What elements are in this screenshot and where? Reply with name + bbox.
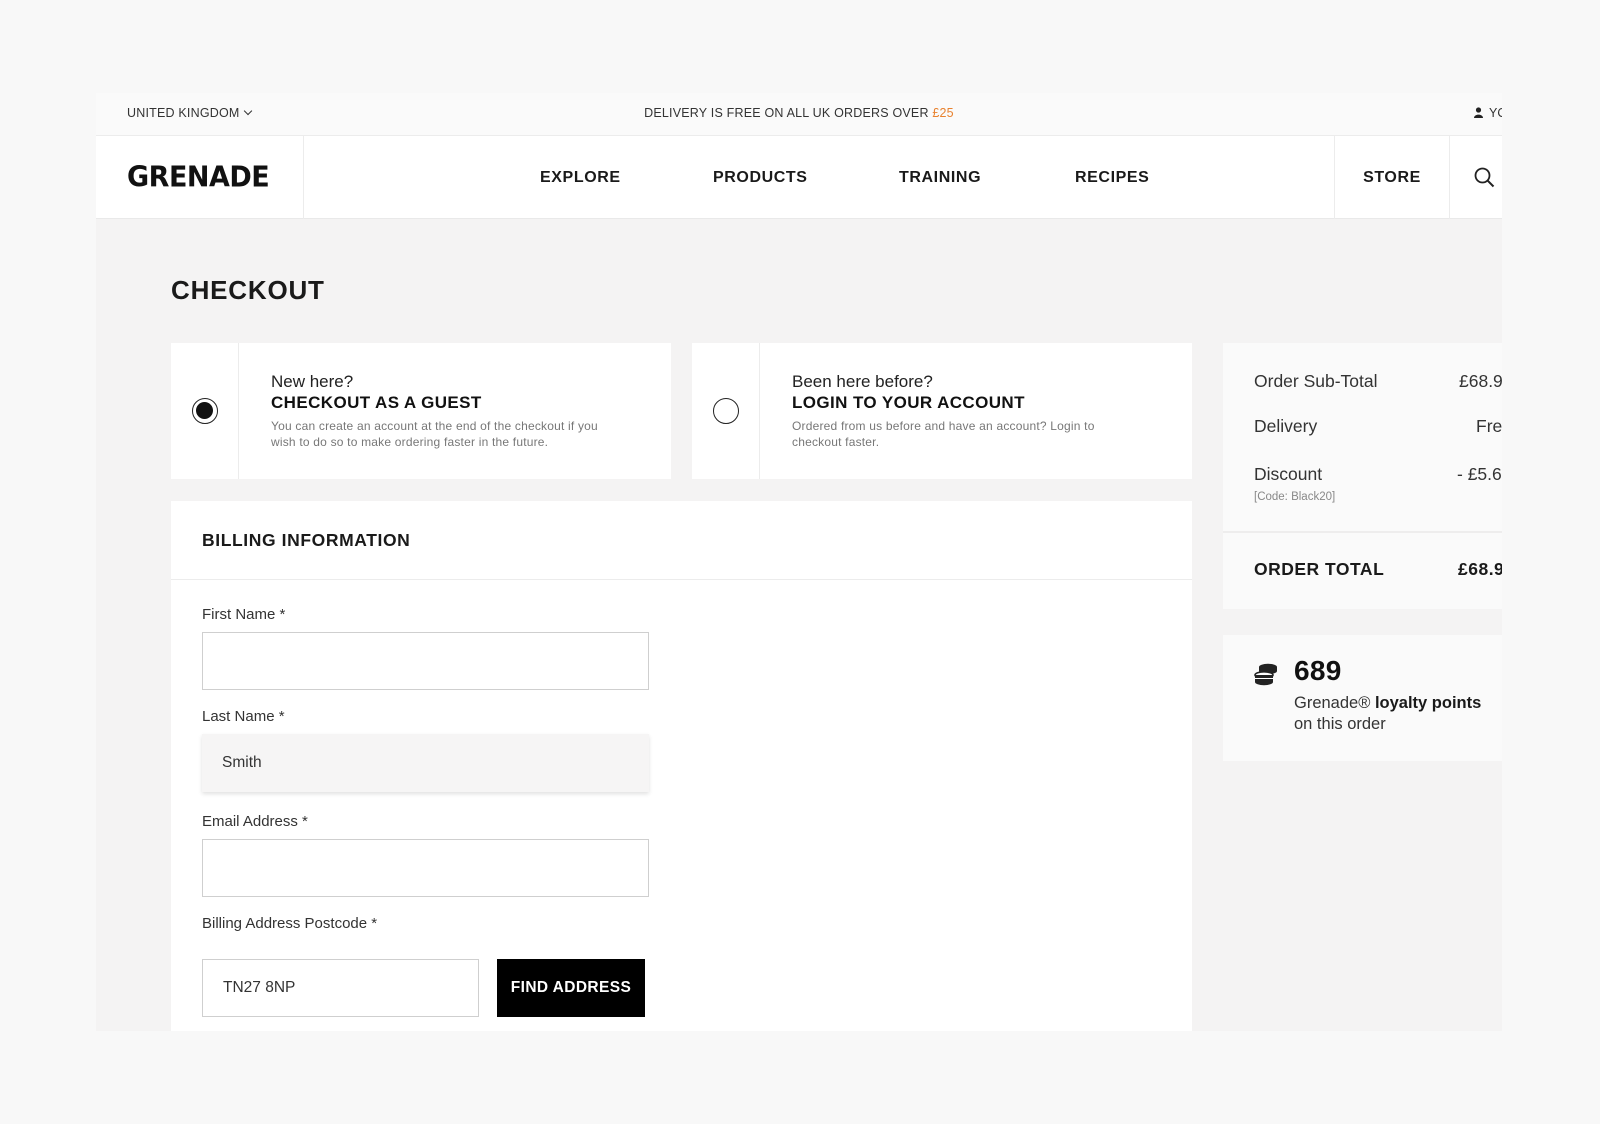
last-name-label: Last Name *: [202, 708, 285, 725]
order-total-label: ORDER TOTAL: [1254, 559, 1385, 579]
first-name-field[interactable]: [202, 632, 649, 690]
loyalty-caption-prefix: Grenade®: [1294, 694, 1375, 712]
search-button[interactable]: [1450, 136, 1502, 219]
logo-wordmark: GRENADE: [127, 161, 270, 194]
last-name-field[interactable]: Smith: [202, 734, 649, 792]
guest-radio-cell: [171, 343, 239, 479]
discount-code: [Code: Black20]: [1254, 491, 1336, 503]
order-total-row: ORDER TOTAL £68.9: [1254, 559, 1502, 580]
loyalty-caption-bold: loyalty points: [1374, 694, 1482, 712]
login-radio-cell: [692, 343, 760, 479]
nav-products[interactable]: PRODUCTS: [713, 136, 808, 219]
coins-icon: [1253, 663, 1279, 692]
store-link[interactable]: STORE: [1334, 136, 1450, 219]
order-summary: Order Sub-Total £68.9 Delivery Fre Disco…: [1223, 343, 1502, 609]
site-header: GRENADE EXPLORE PRODUCTS TRAINING RECIPE…: [96, 136, 1502, 219]
subtotal-row: Order Sub-Total £68.9: [1254, 371, 1502, 392]
guest-question: New here?: [271, 372, 354, 391]
summary-divider: [1223, 531, 1502, 533]
guest-option-text: New here? CHECKOUT AS A GUEST You can cr…: [271, 371, 611, 450]
email-label: Email Address *: [202, 813, 308, 830]
order-total-value: £68.9: [1458, 559, 1502, 579]
promo-banner: DELIVERY IS FREE ON ALL UK ORDERS OVER £…: [96, 106, 1502, 120]
loyalty-panel: 689 Grenade® loyalty points on this orde…: [1223, 635, 1502, 761]
first-name-label: First Name *: [202, 606, 286, 623]
guest-heading: CHECKOUT AS A GUEST: [271, 393, 482, 412]
login-option[interactable]: Been here before? LOGIN TO YOUR ACCOUNT …: [692, 343, 1192, 479]
delivery-label: Delivery: [1254, 416, 1318, 436]
discount-row: Discount - £5.6: [1254, 464, 1502, 485]
delivery-row: Delivery Fre: [1254, 416, 1502, 437]
guest-radio[interactable]: [191, 398, 218, 424]
search-icon: [1474, 167, 1495, 188]
billing-panel: BILLING INFORMATION First Name * Last Na…: [171, 501, 1192, 1031]
email-field[interactable]: [202, 839, 649, 897]
page-title: CHECKOUT: [171, 275, 325, 305]
account-label: YO: [1489, 106, 1502, 120]
loyalty-caption: Grenade® loyalty points: [1294, 694, 1481, 713]
postcode-label: Billing Address Postcode *: [202, 915, 378, 932]
nav-recipes[interactable]: RECIPES: [1075, 136, 1149, 219]
nav-training[interactable]: TRAINING: [899, 136, 981, 219]
guest-checkout-option[interactable]: New here? CHECKOUT AS A GUEST You can cr…: [171, 343, 671, 479]
top-bar: UNITED KINGDOM DELIVERY IS FREE ON ALL U…: [96, 93, 1502, 136]
logo[interactable]: GRENADE: [96, 136, 304, 219]
postcode-field[interactable]: TN27 8NP: [202, 959, 479, 1017]
account-link[interactable]: YO: [1474, 106, 1502, 121]
promo-amount: £25: [932, 106, 954, 120]
loyalty-caption-line2: on this order: [1294, 715, 1386, 733]
login-question: Been here before?: [792, 372, 933, 391]
nav-explore[interactable]: EXPLORE: [540, 136, 621, 219]
find-address-button[interactable]: FIND ADDRESS: [497, 959, 645, 1017]
browser-viewport: UNITED KINGDOM DELIVERY IS FREE ON ALL U…: [96, 93, 1502, 1031]
person-icon: [1474, 107, 1483, 121]
loyalty-points-value: 689: [1294, 655, 1342, 686]
discount-value: - £5.6: [1457, 464, 1502, 484]
login-description: Ordered from us before and have an accou…: [792, 419, 1095, 449]
subtotal-label: Order Sub-Total: [1254, 371, 1378, 391]
promo-text: DELIVERY IS FREE ON ALL UK ORDERS OVER: [644, 106, 929, 120]
login-radio[interactable]: [712, 398, 739, 424]
delivery-value: Fre: [1476, 416, 1502, 436]
guest-description: You can create an account at the end of …: [271, 419, 598, 449]
discount-label: Discount: [1254, 464, 1323, 484]
login-heading: LOGIN TO YOUR ACCOUNT: [792, 393, 1025, 412]
login-option-text: Been here before? LOGIN TO YOUR ACCOUNT …: [792, 371, 1122, 450]
subtotal-value: £68.9: [1459, 371, 1502, 391]
billing-title: BILLING INFORMATION: [171, 501, 1192, 580]
